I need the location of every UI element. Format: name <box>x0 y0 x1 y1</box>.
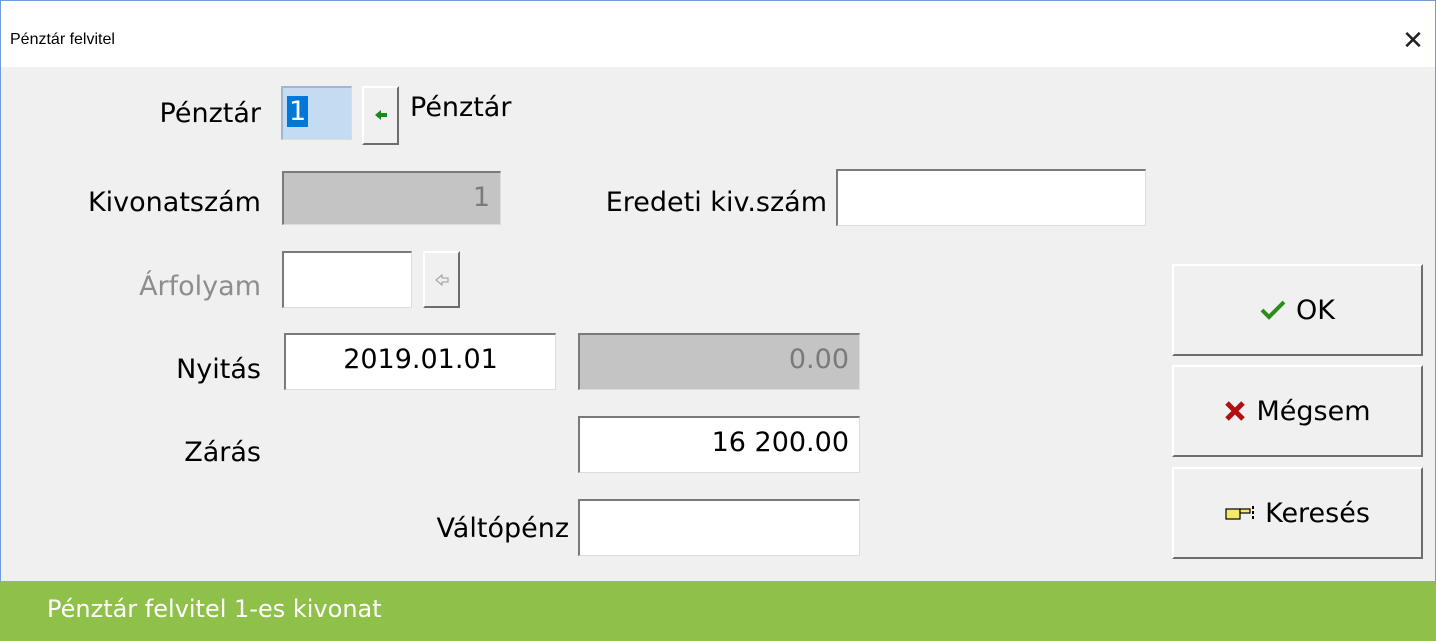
penztar-value: 1 <box>287 96 309 127</box>
dialog-window: Pénztár felvitel ✕ Pénztár 1 Pénztár Kiv… <box>0 0 1436 582</box>
zaras-amount-input[interactable]: 16 200.00 <box>578 416 860 473</box>
eredeti-kivszam-label: Eredeti kiv.szám <box>605 187 827 218</box>
arfolyam-label: Árfolyam <box>139 271 261 302</box>
penztar-input[interactable]: 1 <box>281 86 352 140</box>
penztar-label: Pénztár <box>159 98 261 129</box>
close-icon[interactable]: ✕ <box>1391 27 1435 55</box>
title-bar: Pénztár felvitel ✕ <box>1 1 1435 67</box>
nyitas-label: Nyitás <box>176 354 261 385</box>
valtopenz-label: Váltópénz <box>436 513 569 544</box>
arfolyam-input[interactable] <box>282 251 412 308</box>
status-bar: Pénztár felvitel 1-es kivonat <box>0 581 1436 641</box>
status-text: Pénztár felvitel 1-es kivonat <box>47 595 382 623</box>
search-label: Keresés <box>1265 497 1370 529</box>
cancel-button[interactable]: Mégsem <box>1172 365 1423 457</box>
kivonatszam-label: Kivonatszám <box>87 187 261 218</box>
pointing-hand-icon <box>1225 503 1255 523</box>
search-button[interactable]: Keresés <box>1172 467 1423 559</box>
penztar-lookup-button[interactable] <box>362 86 399 145</box>
checkmark-icon <box>1260 299 1286 321</box>
arrow-left-outline-icon <box>434 273 448 287</box>
cancel-label: Mégsem <box>1256 395 1371 427</box>
window-title: Pénztár felvitel <box>10 31 115 48</box>
zaras-label: Zárás <box>184 437 261 468</box>
ok-button[interactable]: OK <box>1172 264 1423 356</box>
cross-icon <box>1224 400 1246 422</box>
penztar-name: Pénztár <box>410 92 512 123</box>
valtopenz-input[interactable] <box>578 499 860 556</box>
nyitas-amount-field: 0.00 <box>578 333 860 390</box>
eredeti-kivszam-input[interactable] <box>836 169 1146 226</box>
arrow-left-icon <box>374 110 387 120</box>
nyitas-date-input[interactable]: 2019.01.01 <box>284 333 556 390</box>
arfolyam-lookup-button[interactable] <box>423 251 460 308</box>
kivonatszam-field: 1 <box>282 171 501 225</box>
ok-label: OK <box>1296 294 1335 326</box>
